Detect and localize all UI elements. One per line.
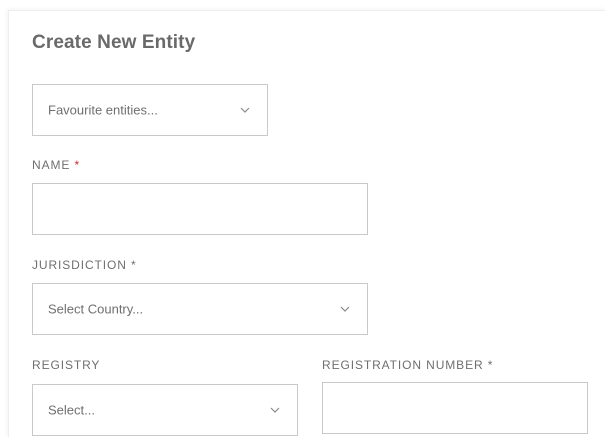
name-input[interactable] (32, 183, 368, 235)
favourite-entities-select[interactable]: Favourite entities... (32, 84, 268, 136)
jurisdiction-required-mark: * (131, 258, 137, 272)
jurisdiction-label: JURISDICTION * (32, 258, 137, 272)
chevron-down-icon (340, 306, 350, 312)
registry-select[interactable]: Select... (32, 384, 298, 436)
registry-label-text: REGISTRY (32, 358, 101, 372)
registry-placeholder: Select... (48, 402, 95, 418)
jurisdiction-select[interactable]: Select Country... (32, 283, 368, 335)
page: Create New Entity Favourite entities... … (0, 0, 605, 437)
name-required-mark: * (74, 158, 81, 172)
chevron-down-icon (240, 107, 250, 113)
name-label-text: NAME (32, 158, 71, 172)
chevron-down-icon (270, 407, 280, 413)
registry-label: REGISTRY (32, 358, 100, 372)
registration-number-input[interactable] (322, 382, 588, 434)
favourite-entities-placeholder: Favourite entities... (48, 102, 158, 118)
registration-number-label: REGISTRATION NUMBER * (322, 358, 493, 372)
jurisdiction-label-text: JURISDICTION (32, 258, 127, 272)
jurisdiction-placeholder: Select Country... (48, 301, 144, 317)
name-label: NAME * (32, 158, 80, 172)
form-title: Create New Entity (32, 32, 196, 53)
registration-number-required-mark: * (487, 358, 494, 372)
create-entity-form: Create New Entity Favourite entities... … (8, 10, 605, 437)
registration-number-label-text: REGISTRATION NUMBER (322, 358, 484, 372)
